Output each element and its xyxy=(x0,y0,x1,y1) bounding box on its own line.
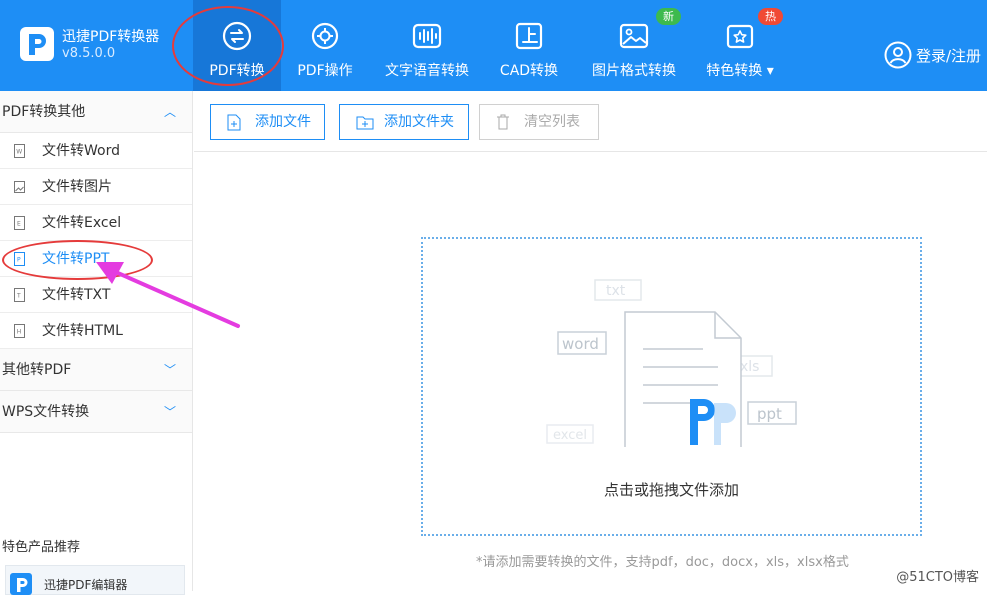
sound-wave-icon xyxy=(412,23,442,49)
nav-special-convert[interactable]: 特色转换 ▾ 热 xyxy=(698,0,783,91)
add-folder-button[interactable]: 添加文件夹 xyxy=(339,104,469,140)
sidebar-group-pdf-convert-other[interactable]: PDF转换其他 ︿ xyxy=(0,91,192,133)
sidebar-item-ppt[interactable]: P 文件转PPT xyxy=(0,241,192,277)
nav-cad-convert[interactable]: CAD转换 xyxy=(489,0,569,91)
sidebar-item-label: 文件转Excel xyxy=(42,215,122,231)
sidebar-item-label: 文件转HTML xyxy=(42,323,123,339)
tag-label: ppt xyxy=(757,405,782,423)
drop-zone-text: 点击或拖拽文件添加 xyxy=(603,481,739,499)
nav-pdf-operate[interactable]: PDF操作 xyxy=(281,0,369,91)
svg-text:E: E xyxy=(17,221,21,228)
nav-text-speech[interactable]: 文字语音转换 xyxy=(379,0,475,91)
clear-list-button[interactable]: 清空列表 xyxy=(479,104,599,140)
group-label: 其他转PDF xyxy=(2,362,72,378)
nav-label: 文字语音转换 xyxy=(385,63,469,79)
recommend-title: 特色产品推荐 xyxy=(2,540,81,555)
caret-down-icon: ▾ xyxy=(766,63,774,79)
new-badge: 新 xyxy=(656,8,681,25)
group-label: WPS文件转换 xyxy=(2,404,90,420)
nav-label: 特色转换 ▾ xyxy=(698,60,782,80)
sidebar: PDF转换其他 ︿ W 文件转Word 文件转图片 E 文件转Excel P 文… xyxy=(0,91,193,595)
tag-label: xls xyxy=(740,359,759,375)
add-folder-label: 添加文件夹 xyxy=(384,114,454,130)
txt-file-icon: T xyxy=(14,288,25,302)
app-logo-icon xyxy=(20,27,54,61)
sidebar-item-label: 文件转Word xyxy=(42,143,120,159)
tag-label: excel xyxy=(553,428,587,443)
sidebar-item-word[interactable]: W 文件转Word xyxy=(0,133,192,169)
add-file-button[interactable]: 添加文件 xyxy=(210,104,325,140)
star-convert-icon xyxy=(726,24,754,49)
svg-text:W: W xyxy=(16,149,22,156)
convert-icon xyxy=(222,21,252,51)
login-label: 登录/注册 xyxy=(915,46,981,65)
sidebar-item-image[interactable]: 文件转图片 xyxy=(0,169,192,205)
add-file-icon xyxy=(227,114,241,131)
nav-pdf-convert[interactable]: PDF转换 xyxy=(193,0,281,91)
sidebar-item-label: 文件转TXT xyxy=(42,287,111,303)
toolbar: 添加文件 添加文件夹 清空列表 xyxy=(194,91,987,152)
sidebar-item-html[interactable]: H 文件转HTML xyxy=(0,313,192,349)
svg-text:P: P xyxy=(17,257,21,264)
html-file-icon: H xyxy=(14,324,25,338)
chevron-up-icon: ︿ xyxy=(163,105,176,119)
tag-label: word xyxy=(562,335,599,353)
sidebar-group-other-to-pdf[interactable]: 其他转PDF ﹀ xyxy=(0,349,192,391)
supported-formats-hint: *请添加需要转换的文件，支持pdf，doc，docx，xls，xlsx格式 xyxy=(476,555,849,570)
nav-label: PDF操作 xyxy=(297,63,353,79)
nav-label: 图片格式转换 xyxy=(592,63,676,79)
image-icon xyxy=(619,23,649,49)
nav-label-text: 特色转换 xyxy=(706,63,763,79)
add-folder-icon xyxy=(356,116,374,130)
watermark: @51CTO博客 xyxy=(896,570,979,585)
trash-icon xyxy=(497,114,509,130)
file-drop-zone[interactable]: txt word xls ppt excel 点击或拖拽文件添加 xyxy=(421,237,922,536)
app-name: 迅捷PDF转换器 xyxy=(62,29,160,45)
sidebar-group-wps-convert[interactable]: WPS文件转换 ﹀ xyxy=(0,391,192,433)
nav-label: PDF转换 xyxy=(209,63,265,79)
chevron-down-icon: ﹀ xyxy=(163,363,176,377)
nav-label: CAD转换 xyxy=(499,63,559,79)
top-bar: 迅捷PDF转换器 v8.5.0.0 PDF转换 PDF操作 文字语音转换 CAD… xyxy=(0,0,987,91)
nav-image-format[interactable]: 图片格式转换 新 xyxy=(586,0,682,91)
user-icon xyxy=(884,41,912,69)
svg-text:H: H xyxy=(17,329,22,336)
tag-label: txt xyxy=(606,283,626,299)
chevron-down-icon: ﹀ xyxy=(163,405,176,419)
recommend-item-label: 迅捷PDF编辑器 xyxy=(44,578,128,592)
hot-badge: 热 xyxy=(758,8,783,25)
excel-file-icon: E xyxy=(14,216,25,230)
sidebar-item-label: 文件转PPT xyxy=(42,251,110,267)
sidebar-item-txt[interactable]: T 文件转TXT xyxy=(0,277,192,313)
image-file-icon xyxy=(14,181,25,193)
ppt-file-icon: P xyxy=(14,252,25,266)
sidebar-item-label: 文件转图片 xyxy=(42,179,112,195)
pdf-logo-icon xyxy=(690,399,736,445)
login-register-link[interactable]: 登录/注册 xyxy=(884,41,981,69)
sidebar-item-excel[interactable]: E 文件转Excel xyxy=(0,205,192,241)
clear-list-label: 清空列表 xyxy=(524,114,580,130)
cad-icon xyxy=(515,22,543,50)
svg-text:T: T xyxy=(16,293,21,300)
pdf-editor-logo-icon xyxy=(10,573,32,595)
group-label: PDF转换其他 xyxy=(2,104,86,120)
app-version: v8.5.0.0 xyxy=(62,46,116,61)
word-file-icon: W xyxy=(14,144,25,158)
gear-icon xyxy=(311,22,339,50)
add-file-label: 添加文件 xyxy=(255,114,311,130)
document-illustration: txt word xls ppt excel xyxy=(546,279,797,447)
